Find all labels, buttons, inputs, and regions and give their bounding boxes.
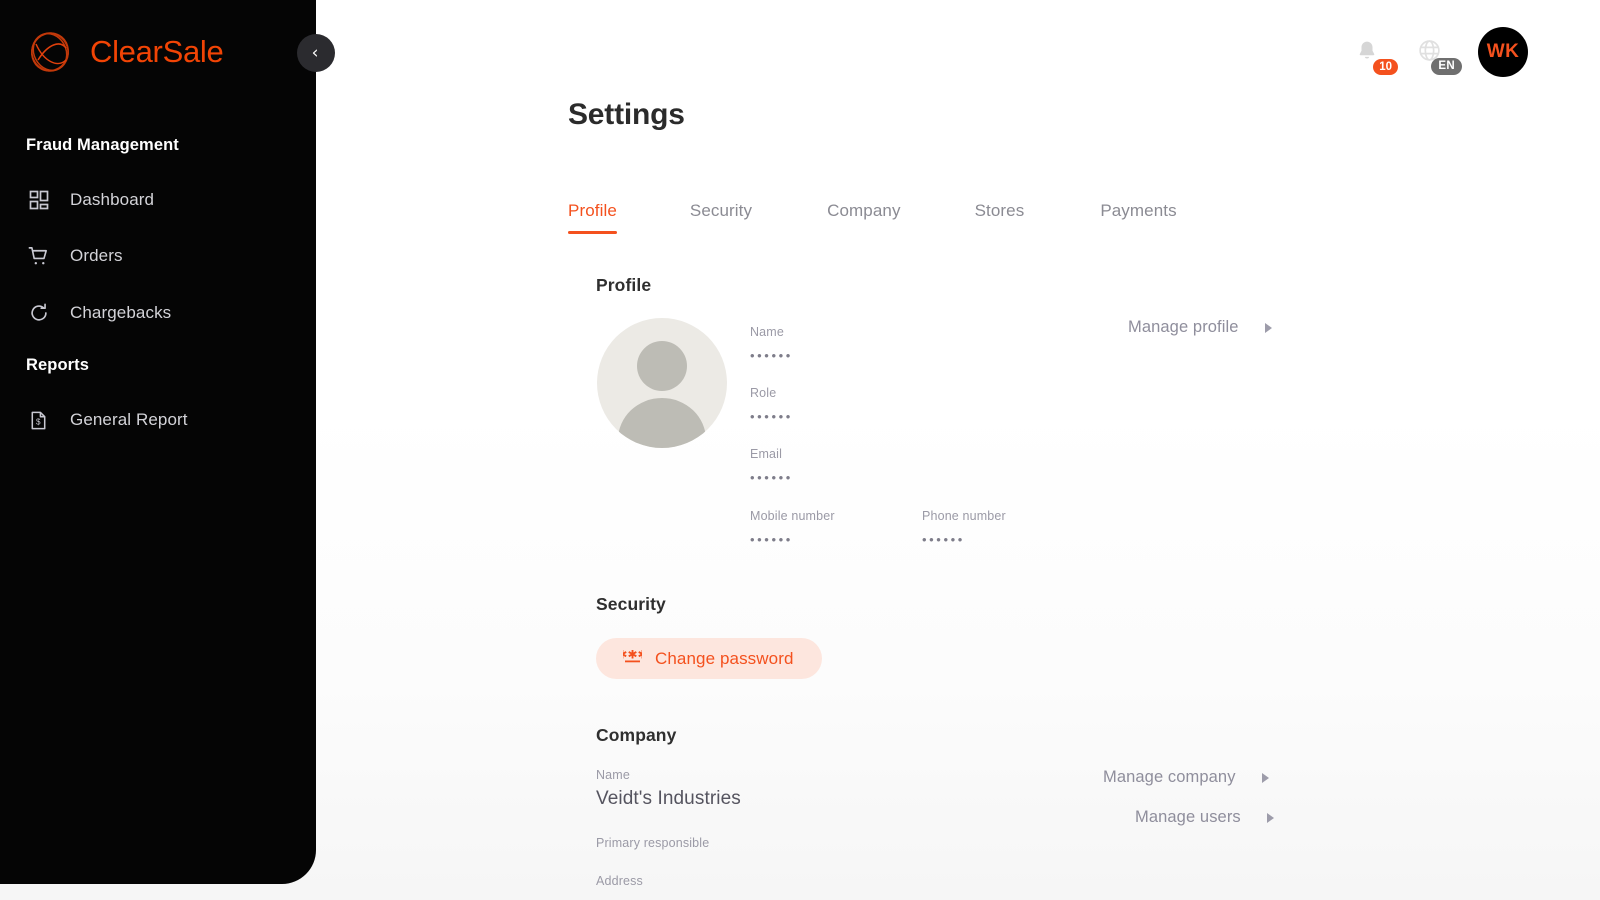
change-password-label: Change password: [655, 649, 794, 669]
manage-users-label: Manage users: [1135, 808, 1241, 827]
sidebar-item-label: Dashboard: [70, 190, 154, 210]
address-label: Address: [596, 874, 643, 888]
field-role: Role ••••••: [750, 386, 793, 424]
field-mobile-number: Mobile number ••••••: [750, 509, 920, 547]
sidebar-item-chargebacks[interactable]: Chargebacks: [26, 296, 288, 330]
tab-profile[interactable]: Profile: [568, 201, 617, 234]
tab-company[interactable]: Company: [827, 201, 900, 234]
field-label: Email: [750, 447, 793, 461]
field-value: ••••••: [750, 470, 793, 485]
change-password-button[interactable]: ✱✱✱ Change password: [596, 638, 822, 679]
manage-profile-label: Manage profile: [1128, 318, 1239, 337]
person-placeholder-icon: [597, 318, 727, 448]
company-name-value: Veidt's Industries: [596, 788, 1016, 810]
sidebar: ClearSale Fraud Management Dashboard: [0, 0, 316, 884]
svg-text:$: $: [36, 417, 41, 426]
field-value: ••••••: [750, 532, 920, 547]
clearsale-swirl-icon: [24, 26, 76, 78]
company-name-label: Name: [596, 768, 1016, 782]
sidebar-group-reports: Reports: [26, 356, 89, 375]
password-asterisks-icon: ✱✱✱: [623, 650, 642, 668]
document-dollar-icon: $: [26, 408, 51, 433]
sidebar-item-dashboard[interactable]: Dashboard: [26, 183, 288, 217]
sidebar-item-label: Orders: [70, 246, 123, 266]
field-label: Name: [750, 325, 793, 339]
field-value: ••••••: [922, 532, 1092, 547]
settings-tabs: Profile Security Company Stores Payments: [568, 190, 1177, 234]
manage-users-link[interactable]: Manage users: [1135, 808, 1274, 827]
manage-company-label: Manage company: [1103, 768, 1236, 787]
tab-payments[interactable]: Payments: [1100, 201, 1176, 234]
svg-text:✱✱✱: ✱✱✱: [623, 650, 642, 662]
field-phone-number: Phone number ••••••: [922, 509, 1092, 547]
sidebar-collapse-button[interactable]: ‹: [297, 34, 335, 72]
brand-logo[interactable]: ClearSale: [24, 26, 223, 78]
field-name: Name ••••••: [750, 325, 793, 363]
manage-profile-link[interactable]: Manage profile: [1128, 318, 1272, 337]
triangle-right-icon: [1267, 813, 1274, 823]
triangle-right-icon: [1262, 773, 1269, 783]
security-section-title: Security: [596, 594, 666, 615]
profile-section-title: Profile: [596, 275, 651, 296]
company-section-title: Company: [596, 725, 676, 746]
field-email: Email ••••••: [750, 447, 793, 485]
sidebar-group-fraud-management: Fraud Management: [26, 136, 179, 155]
chevron-left-icon: ‹: [312, 45, 319, 62]
sidebar-item-orders[interactable]: Orders: [26, 239, 288, 273]
app-root: ClearSale Fraud Management Dashboard: [0, 0, 1600, 900]
refresh-circular-arrow-icon: [26, 301, 51, 326]
field-label: Phone number: [922, 509, 1092, 523]
tab-stores[interactable]: Stores: [975, 201, 1025, 234]
field-value: ••••••: [750, 409, 793, 424]
profile-avatar-placeholder: [597, 318, 727, 448]
sidebar-item-general-report[interactable]: $ General Report: [26, 403, 288, 437]
shopping-cart-icon: [26, 244, 51, 269]
page-title: Settings: [568, 98, 685, 132]
brand-name: ClearSale: [90, 34, 223, 70]
grid-icon: [26, 188, 51, 213]
main-content: Settings Profile Security Company Stores…: [568, 0, 1600, 900]
manage-company-link[interactable]: Manage company: [1103, 768, 1269, 787]
triangle-right-icon: [1265, 323, 1272, 333]
tab-security[interactable]: Security: [690, 201, 752, 234]
field-value: ••••••: [750, 348, 793, 363]
sidebar-item-label: General Report: [70, 410, 188, 430]
primary-responsible-label: Primary responsible: [596, 836, 709, 850]
company-name-field: Name Veidt's Industries: [596, 768, 1016, 810]
field-label: Mobile number: [750, 509, 920, 523]
field-label: Role: [750, 386, 793, 400]
sidebar-item-label: Chargebacks: [70, 303, 171, 323]
company-fields: Name Veidt's Industries Primary responsi…: [596, 768, 1016, 810]
